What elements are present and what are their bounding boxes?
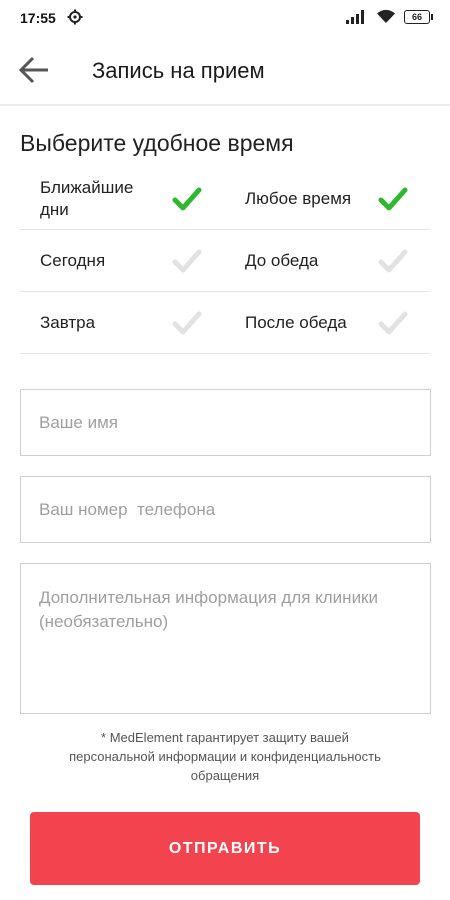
check-icon	[172, 311, 202, 335]
arrow-left-icon	[18, 56, 48, 84]
privacy-note: * MedElement гарантирует защиту вашей пе…	[69, 730, 381, 783]
time-options: Ближайшие дни Любое время Сегодня До обе…	[20, 168, 430, 354]
option-label: Любое время	[245, 189, 352, 208]
submit-button[interactable]: ОТПРАВИТЬ	[30, 812, 420, 885]
wifi-icon	[377, 9, 395, 23]
battery-level: 66	[411, 11, 422, 22]
time-section-title: Выберите удобное время	[20, 130, 294, 156]
back-button[interactable]	[14, 52, 54, 88]
options-row: Завтра После обеда	[20, 292, 430, 354]
phone-input[interactable]	[21, 477, 430, 542]
name-input[interactable]	[21, 390, 430, 455]
settings-gear-icon	[67, 9, 83, 25]
option-nearest-days[interactable]: Ближайшие дни	[40, 168, 210, 230]
option-label: Ближайшие дни	[40, 178, 134, 219]
check-icon	[378, 249, 408, 273]
info-textarea[interactable]	[21, 564, 430, 713]
phone-field	[20, 476, 431, 543]
check-icon	[172, 187, 202, 211]
option-tomorrow[interactable]: Завтра	[40, 292, 210, 354]
battery-icon: 66	[404, 9, 433, 24]
option-label: После обеда	[245, 313, 347, 332]
check-icon	[378, 187, 408, 211]
option-after-lunch[interactable]: После обеда	[245, 292, 430, 354]
status-bar: 17:55 66	[0, 0, 450, 34]
option-today[interactable]: Сегодня	[40, 230, 210, 292]
name-field	[20, 389, 431, 456]
option-label: До обеда	[245, 251, 319, 270]
option-label: Сегодня	[40, 251, 106, 270]
status-time: 17:55	[20, 10, 56, 26]
option-before-lunch[interactable]: До обеда	[245, 230, 430, 292]
page-title: Запись на прием	[92, 58, 265, 83]
check-icon	[378, 311, 408, 335]
option-label: Завтра	[40, 313, 96, 332]
options-row: Сегодня До обеда	[20, 230, 430, 292]
check-icon	[172, 249, 202, 273]
option-any-time[interactable]: Любое время	[245, 168, 430, 230]
app-bar: Запись на прием	[0, 34, 450, 106]
signal-icon	[346, 9, 364, 24]
info-field	[20, 563, 431, 714]
options-row: Ближайшие дни Любое время	[20, 168, 430, 230]
